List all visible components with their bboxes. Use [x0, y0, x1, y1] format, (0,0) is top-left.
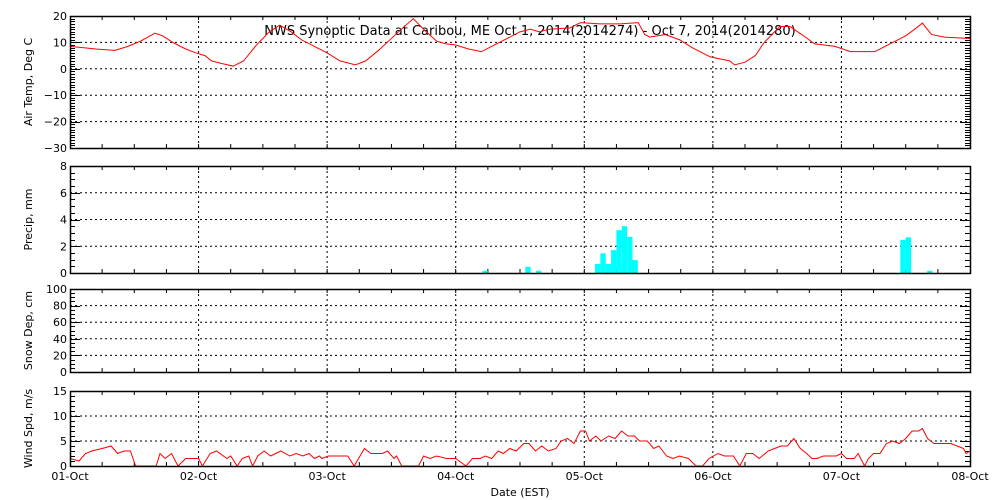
nws-synoptic-chart: NWS Synoptic Data at Caribou, ME Oct 1, …	[22, 10, 989, 499]
precip-bar	[600, 253, 606, 273]
y-tick-label: 40	[53, 333, 67, 346]
y-tick-label: 20	[53, 10, 67, 23]
x-tick-label: 05-Oct	[566, 470, 604, 483]
precip-bar	[482, 270, 488, 273]
y-tick-label: 100	[46, 283, 67, 296]
x-tick-label: 07-Oct	[823, 470, 861, 483]
precip-bar	[536, 270, 542, 273]
y-axis-label: Air Temp, Deg C	[22, 38, 35, 127]
x-tick-label: 04-Oct	[437, 470, 475, 483]
x-tick-label: 06-Oct	[694, 470, 732, 483]
y-tick-label: 60	[53, 316, 67, 329]
y-tick-label: 10	[53, 36, 67, 49]
y-tick-label: −10	[44, 89, 67, 102]
y-tick-label: −20	[44, 116, 67, 129]
x-tick-label: 08-Oct	[951, 470, 989, 483]
x-tick-label: 03-Oct	[308, 470, 346, 483]
y-tick-label: 8	[60, 160, 67, 173]
precip-bar	[525, 266, 531, 273]
x-axis-label: Date (EST)	[490, 486, 549, 499]
y-tick-label: 80	[53, 300, 67, 313]
y-tick-label: 15	[53, 385, 67, 398]
y-tick-label: 5	[60, 435, 67, 448]
y-axis-label: Wind Spd, m/s	[22, 389, 35, 469]
y-tick-label: 0	[60, 366, 67, 379]
precip-bar	[616, 230, 622, 273]
x-tick-label: 02-Oct	[180, 470, 218, 483]
precip-bar	[621, 226, 628, 273]
y-tick-label: 6	[60, 187, 67, 200]
precip-panel: 0 2 4 6 8 Precip, mm	[22, 160, 972, 280]
precip-bar	[611, 250, 617, 273]
chart-title: NWS Synoptic Data at Caribou, ME Oct 1, …	[264, 24, 795, 39]
snow-depth-panel: 0 20 40 60 80 100 Snow Dep, cm	[22, 283, 972, 379]
y-tick-label: 20	[53, 349, 67, 362]
y-tick-label: 4	[60, 214, 67, 227]
y-tick-label: 2	[60, 240, 67, 253]
y-tick-label: 10	[53, 410, 67, 423]
y-tick-label: 0	[60, 267, 67, 280]
x-tick-label: 01-Oct	[51, 470, 89, 483]
panel-frame	[69, 288, 972, 374]
y-axis-label: Snow Dep, cm	[22, 291, 35, 370]
wind-speed-panel: 051015Wind Spd, m/s	[22, 385, 972, 473]
precip-bar	[605, 264, 612, 273]
precip-bar	[900, 239, 906, 273]
y-axis-label: Precip, mm	[22, 189, 35, 251]
precip-bar	[627, 236, 633, 273]
wind-speed-line	[69, 427, 971, 468]
precip-bar	[927, 270, 933, 273]
y-tick-label: −30	[44, 142, 67, 155]
precip-bar	[905, 237, 912, 273]
precip-bar	[595, 264, 601, 273]
precip-bar	[632, 260, 638, 273]
panel-frame	[69, 390, 972, 468]
y-tick-label: 0	[60, 63, 67, 76]
